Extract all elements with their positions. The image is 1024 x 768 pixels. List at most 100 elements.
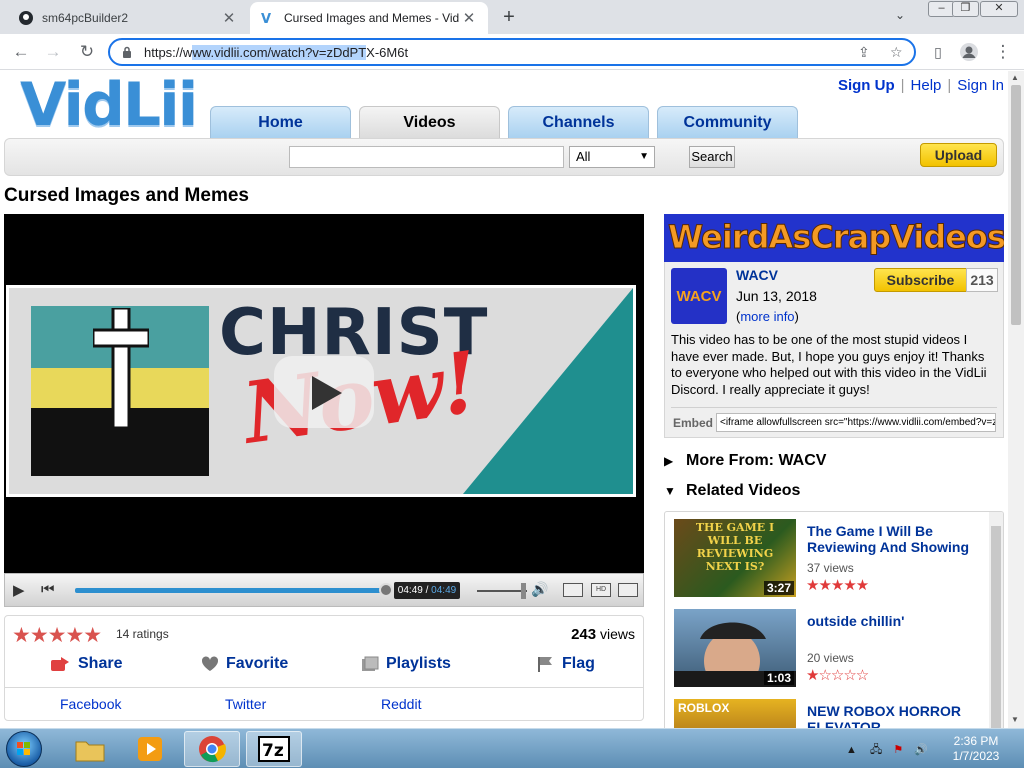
related-video-thumbnail[interactable]: ROBLOX bbox=[674, 699, 796, 728]
file-explorer-icon[interactable] bbox=[62, 731, 118, 767]
video-duration: 3:27 bbox=[763, 581, 794, 595]
nav-tab-channels[interactable]: Channels bbox=[508, 106, 649, 138]
time-display: 04:49 / 04:49 bbox=[394, 582, 460, 599]
scrollbar-thumb[interactable] bbox=[1011, 85, 1021, 325]
share-facebook-link[interactable]: Facebook bbox=[60, 696, 121, 712]
share-reddit-link[interactable]: Reddit bbox=[381, 696, 421, 712]
tab-sm64pcbuilder2[interactable]: sm64pcBuilder2 ✕ bbox=[8, 2, 248, 34]
media-player-icon[interactable] bbox=[122, 731, 178, 767]
page-scrollbar[interactable]: ▲ ▼ bbox=[1008, 71, 1024, 728]
bookmark-star-icon[interactable]: ☆ bbox=[890, 44, 903, 61]
related-video-title[interactable]: The Game I Will Be Reviewing And Showing bbox=[807, 523, 979, 555]
tab-search-chevron-icon[interactable]: ⌄ bbox=[895, 8, 905, 22]
playlists-button[interactable]: Playlists bbox=[361, 655, 451, 673]
rating-stars[interactable]: ★★★★★ bbox=[12, 623, 102, 648]
volume-handle[interactable] bbox=[521, 583, 526, 599]
close-tab-icon[interactable]: ✕ bbox=[220, 9, 238, 27]
forward-arrow-icon[interactable]: → bbox=[42, 42, 64, 62]
scroll-up-icon[interactable]: ▲ bbox=[1011, 73, 1019, 82]
search-bar: All ▼ Search Upload bbox=[4, 138, 1004, 176]
windows-taskbar: 7z ▲ 🖧 ⚑ 🔊 2:36 PM 1/7/2023 bbox=[0, 728, 1024, 768]
kebab-menu-icon[interactable]: ⋮ bbox=[992, 42, 1014, 62]
related-videos-header[interactable]: ▼ Related Videos bbox=[664, 482, 800, 500]
volume-icon[interactable]: 🔊 bbox=[914, 744, 928, 756]
theater-mode-icon[interactable] bbox=[563, 583, 583, 597]
share-icon[interactable]: ⇪ bbox=[858, 44, 870, 61]
upload-button[interactable]: Upload bbox=[920, 143, 997, 167]
channel-avatar[interactable]: WACV bbox=[671, 268, 727, 324]
new-tab-button[interactable]: + bbox=[499, 6, 519, 29]
action-center-icon[interactable]: ⚑ bbox=[893, 744, 903, 756]
play-icon[interactable]: ▶ bbox=[13, 581, 25, 599]
channel-banner[interactable]: WeirdAsCrapVideos bbox=[664, 214, 1004, 262]
subscriber-count: 213 bbox=[966, 268, 998, 292]
help-link[interactable]: Help bbox=[911, 77, 942, 94]
share-button[interactable]: Share bbox=[49, 655, 122, 673]
ratings-count: 14 ratings bbox=[116, 627, 169, 641]
more-info: (more info) bbox=[736, 309, 799, 324]
play-overlay-button[interactable] bbox=[274, 356, 374, 428]
video-description: This video has to be one of the most stu… bbox=[671, 332, 987, 397]
sign-in-link[interactable]: Sign In bbox=[957, 77, 1004, 94]
tab-vidlii-video[interactable]: V Cursed Images and Memes - Vid ✕ bbox=[250, 2, 488, 34]
hd-icon[interactable]: HD bbox=[591, 583, 611, 597]
vidlii-favicon-icon: V bbox=[260, 10, 276, 26]
favorite-button[interactable]: Favorite bbox=[201, 655, 288, 673]
related-video-rating: ★★★★★ bbox=[806, 577, 869, 594]
embed-code-field[interactable]: <iframe allowfullscreen src="https://www… bbox=[716, 413, 996, 432]
progress-handle[interactable] bbox=[379, 583, 393, 597]
upload-date: Jun 13, 2018 bbox=[736, 288, 817, 304]
chrome-icon[interactable] bbox=[184, 731, 240, 767]
related-video-item[interactable]: 1:03 outside chillin' 20 views ★☆☆☆☆ bbox=[674, 609, 984, 689]
close-tab-icon[interactable]: ✕ bbox=[460, 9, 478, 27]
skip-back-icon[interactable]: ⏮ bbox=[41, 581, 55, 598]
maximize-button[interactable]: ❐ bbox=[952, 1, 979, 17]
related-scrollbar[interactable] bbox=[989, 512, 1003, 728]
tray-expand-icon[interactable]: ▲ bbox=[846, 744, 857, 756]
share-twitter-link[interactable]: Twitter bbox=[225, 696, 266, 712]
more-info-link[interactable]: more info bbox=[740, 309, 794, 324]
7zip-icon[interactable]: 7z bbox=[246, 731, 302, 767]
sign-up-link[interactable]: Sign Up bbox=[838, 77, 895, 94]
subscribe-button[interactable]: Subscribe bbox=[874, 268, 967, 292]
fullscreen-icon[interactable] bbox=[618, 583, 638, 597]
progress-bar[interactable] bbox=[75, 588, 387, 593]
nav-tab-videos[interactable]: Videos bbox=[359, 106, 500, 138]
video-title: Cursed Images and Memes bbox=[4, 185, 249, 206]
system-clock[interactable]: 2:36 PM 1/7/2023 bbox=[946, 734, 1006, 764]
search-input[interactable] bbox=[289, 146, 564, 168]
lock-icon bbox=[122, 46, 134, 58]
close-window-button[interactable]: ✕ bbox=[980, 1, 1018, 17]
scroll-down-icon[interactable]: ▼ bbox=[1011, 715, 1019, 724]
related-video-title[interactable]: NEW ROBOX HORROR ELEVATOR bbox=[807, 703, 979, 728]
channel-name-link[interactable]: WACV bbox=[736, 267, 778, 283]
speaker-icon[interactable]: 🔊 bbox=[531, 581, 548, 598]
reload-icon[interactable]: ↻ bbox=[76, 42, 98, 62]
address-bar[interactable]: https://www.vidlii.com/watch?v=zDdPTX-6M… bbox=[108, 38, 916, 66]
start-button[interactable] bbox=[6, 731, 42, 767]
nav-tab-home[interactable]: Home bbox=[210, 106, 351, 138]
side-panel-icon[interactable]: ▯ bbox=[927, 42, 949, 62]
video-actions-panel: ★★★★★ 14 ratings 243 views Share Favorit… bbox=[4, 615, 644, 721]
more-from-header[interactable]: ▶ More From: WACV bbox=[664, 452, 826, 470]
svg-text:V: V bbox=[261, 12, 271, 26]
flag-button[interactable]: Flag bbox=[537, 655, 595, 673]
related-video-thumbnail[interactable]: 1:03 bbox=[674, 609, 796, 687]
back-arrow-icon[interactable]: ← bbox=[10, 42, 32, 62]
chevron-down-icon: ▼ bbox=[639, 151, 649, 162]
search-button[interactable]: Search bbox=[689, 146, 735, 168]
profile-avatar-icon[interactable] bbox=[958, 42, 980, 62]
related-video-item[interactable]: ROBLOX NEW ROBOX HORROR ELEVATOR bbox=[674, 699, 984, 728]
related-video-item[interactable]: THE GAME I WILL BE REVIEWING NEXT IS? 3:… bbox=[674, 519, 984, 599]
cross-icon bbox=[93, 308, 149, 428]
minimize-button[interactable]: – bbox=[928, 1, 955, 17]
related-video-title[interactable]: outside chillin' bbox=[807, 613, 979, 629]
flag-icon bbox=[537, 656, 555, 672]
vidlii-logo[interactable]: VidLii bbox=[20, 73, 198, 137]
nav-tab-community[interactable]: Community bbox=[657, 106, 798, 138]
search-category-select[interactable]: All ▼ bbox=[569, 146, 655, 168]
network-icon[interactable]: 🖧 bbox=[870, 744, 882, 756]
related-video-thumbnail[interactable]: THE GAME I WILL BE REVIEWING NEXT IS? 3:… bbox=[674, 519, 796, 597]
volume-slider[interactable] bbox=[477, 590, 527, 592]
video-player[interactable]: CHRIST Now! bbox=[4, 214, 644, 573]
